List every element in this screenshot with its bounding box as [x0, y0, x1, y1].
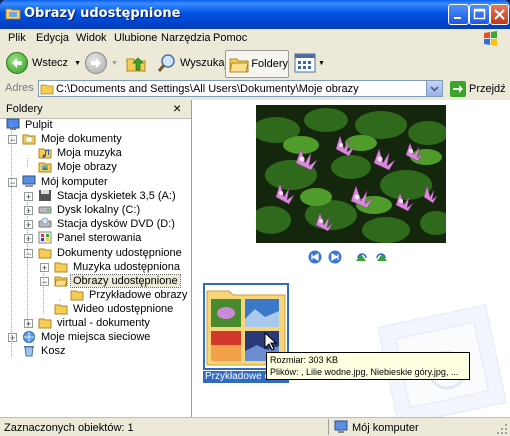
views-dropdown-icon[interactable]: ▼ [318, 60, 325, 67]
menu-widok[interactable]: Widok [76, 32, 107, 44]
toolbar: Wstecz ▼ ▼ Wyszukaj Foldery ▼ [0, 48, 510, 79]
folders-label: Foldery [251, 58, 288, 70]
menu-pomoc[interactable]: Pomoc [213, 32, 247, 44]
explorer-window: Obrazy udostępnione Plik Edycja Widok Ul… [0, 0, 510, 436]
preview-image [256, 105, 446, 243]
tooltip-size: Rozmiar: 303 KB [270, 355, 339, 365]
folder-icon [40, 84, 54, 95]
folders-button[interactable]: Foldery [225, 50, 289, 78]
window-title: Obrazy udostępnione [24, 6, 181, 21]
address-input[interactable]: C:\Documents and Settings\All Users\Doku… [38, 80, 443, 97]
minimize-icon [454, 17, 461, 19]
go-arrow-icon [450, 80, 466, 97]
menu-plik[interactable]: Plik [8, 32, 26, 44]
tree-lines [11, 123, 60, 356]
go-button[interactable]: Przejdź [450, 80, 506, 97]
back-button[interactable]: Wstecz ▼ [6, 51, 81, 75]
back-label: Wstecz [32, 57, 69, 69]
go-label: Przejdź [469, 82, 506, 95]
back-dropdown-icon[interactable]: ▼ [74, 60, 81, 67]
views-button[interactable]: ▼ [294, 51, 325, 75]
forward-dropdown-icon[interactable]: ▼ [111, 60, 118, 67]
search-label: Wyszukaj [180, 57, 227, 69]
menu-edycja[interactable]: Edycja [36, 32, 69, 44]
search-icon [157, 54, 175, 72]
status-selection: Zaznaczonych obiektów: 1 [4, 422, 134, 434]
folder-tooltip: Rozmiar: 303 KB Plików: , Lilie wodne.jp… [266, 352, 470, 380]
resize-grip-icon[interactable] [497, 424, 509, 436]
previous-image-icon[interactable] [308, 250, 322, 264]
chevron-down-icon [430, 86, 439, 92]
folders-panel: Foldery × Pulpit − Moje dokumenty Moja muzy… [0, 100, 192, 417]
search-button[interactable]: Wyszukaj [156, 51, 227, 75]
folder-icon [5, 8, 21, 20]
computer-icon [334, 420, 348, 433]
title-bar[interactable]: Obrazy udostępnione [0, 0, 510, 29]
menu-narzedzia[interactable]: Narzędzia [161, 32, 211, 44]
maximize-icon [473, 8, 486, 20]
address-label: Adres [5, 82, 34, 94]
views-icon [294, 53, 316, 73]
folder-up-icon [126, 57, 146, 72]
next-image-icon[interactable] [328, 250, 342, 264]
address-bar: Adres C:\Documents and Settings\All User… [0, 78, 510, 101]
status-divider [328, 419, 329, 435]
back-arrow-icon [6, 52, 28, 74]
folders-icon [229, 58, 249, 73]
address-dropdown-button[interactable] [426, 81, 442, 96]
up-button[interactable] [125, 51, 147, 75]
menu-bar: Plik Edycja Widok Ulubione Narzędzia Pom… [0, 29, 510, 49]
mouse-cursor-icon [264, 332, 278, 351]
close-icon [494, 9, 505, 20]
close-button[interactable] [490, 4, 509, 25]
status-bar: Zaznaczonych obiektów: 1 Mój komputer [0, 417, 510, 436]
windows-logo-icon [484, 31, 497, 46]
forward-button[interactable]: ▼ [85, 51, 118, 75]
menu-ulubione[interactable]: Ulubione [114, 32, 157, 44]
status-location: Mój komputer [352, 422, 419, 434]
forward-arrow-icon [85, 52, 107, 74]
tooltip-files: Plików: , Lilie wodne.jpg, Niebieskie gó… [270, 367, 459, 377]
rotate-left-icon[interactable] [355, 251, 369, 263]
maximize-button[interactable] [469, 4, 490, 25]
address-value: C:\Documents and Settings\All Users\Doku… [56, 83, 359, 95]
rotate-right-icon[interactable] [374, 251, 388, 263]
minimize-button[interactable] [448, 4, 469, 25]
